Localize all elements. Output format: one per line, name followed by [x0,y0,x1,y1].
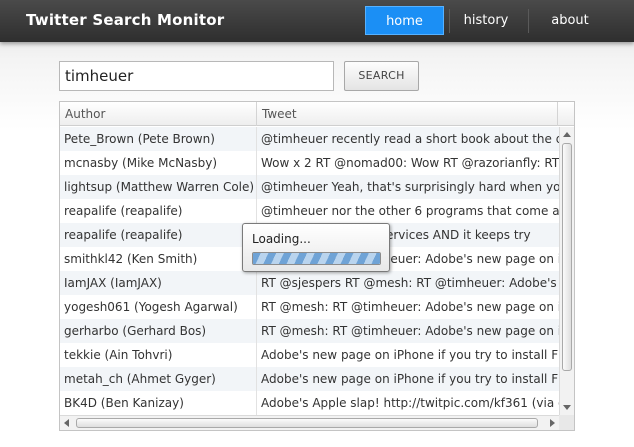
nav-divider [449,9,450,33]
author-cell: metah_ch (Ahmet Gyger) [60,367,257,391]
nav-about[interactable]: about [541,6,599,35]
table-row[interactable]: metah_ch (Ahmet Gyger) Adobe's new page … [60,367,559,391]
tweet-cell: @timheuer nor the other 6 programs that … [261,204,559,218]
tweet-cell: Wow x 2 RT @nomad00: Wow RT @razorianfly… [261,156,559,170]
author-cell: lightsup (Matthew Warren Cole) [60,175,257,199]
tweet-cell: RT @mesh: RT @timheuer: Adobe's new page… [261,324,559,338]
loading-progress-fill [253,253,380,264]
scroll-down-arrow-icon[interactable] [563,405,571,410]
tweet-cell: RT @mesh: RT @timheuer: Adobe's new page… [261,300,559,314]
table-row[interactable]: mcnasby (Mike McNasby) Wow x 2 RT @nomad… [60,151,559,175]
horizontal-scroll-thumb[interactable] [76,418,538,428]
author-cell: BK4D (Ben Kanizay) [60,391,257,415]
author-cell: tekkie (Ain Tohvri) [60,343,257,367]
author-cell: reapalife (reapalife) [60,223,257,247]
table-row[interactable]: Pete_Brown (Pete Brown) @timheuer recent… [60,127,559,151]
author-cell: IamJAX (IamJAX) [60,271,257,295]
table-row[interactable]: reapalife (reapalife) @timheuer nor the … [60,199,559,223]
author-cell: mcnasby (Mike McNasby) [60,151,257,175]
column-header-tweet[interactable]: Tweet [257,102,557,126]
column-header-author[interactable]: Author [60,102,257,126]
horizontal-scrollbar[interactable] [60,415,559,430]
tweet-cell: Adobe's new page on iPhone if you try to… [261,348,559,362]
app-title: Twitter Search Monitor [26,11,225,29]
tweet-cell: @timheuer recently read a short book abo… [261,132,559,146]
author-cell: Pete_Brown (Pete Brown) [60,127,257,151]
author-cell: gerharbo (Gerhard Bos) [60,319,257,343]
table-row[interactable]: yogesh061 (Yogesh Agarwal) RT @mesh: RT … [60,295,559,319]
column-header-filler [557,102,574,126]
table-row[interactable]: gerharbo (Gerhard Bos) RT @mesh: RT @tim… [60,319,559,343]
table-row[interactable]: BK4D (Ben Kanizay) Adobe's Apple slap! h… [60,391,559,415]
vertical-scroll-thumb[interactable] [562,143,572,371]
scrollbar-corner [559,415,574,430]
loading-progress-bar [252,252,381,265]
tweet-cell: RT @sjespers RT @mesh: RT @timheuer: Ado… [261,276,559,290]
top-bar: Twitter Search Monitor home history abou… [0,0,634,42]
table-row[interactable]: IamJAX (IamJAX) RT @sjespers RT @mesh: R… [60,271,559,295]
search-input[interactable]: timheuer [59,61,334,91]
nav-divider [528,9,529,33]
nav-history[interactable]: history [455,6,517,35]
tweet-cell: Adobe's new page on iPhone if you try to… [261,372,559,386]
author-cell: yogesh061 (Yogesh Agarwal) [60,295,257,319]
nav-home[interactable]: home [365,6,444,35]
search-button[interactable]: SEARCH [344,61,419,91]
scroll-right-arrow-icon[interactable] [550,419,555,427]
scroll-left-arrow-icon[interactable] [64,419,69,427]
scroll-up-arrow-icon[interactable] [563,132,571,137]
grid-header: Author Tweet [60,102,574,126]
table-row[interactable]: lightsup (Matthew Warren Cole) @timheuer… [60,175,559,199]
tweet-cell: Adobe's Apple slap! http://twitpic.com/k… [261,396,559,410]
loading-dialog: Loading... [242,223,390,272]
vertical-scrollbar[interactable] [559,127,574,415]
author-cell: reapalife (reapalife) [60,199,257,223]
author-cell: smithkl42 (Ken Smith) [60,247,257,271]
tweet-cell: @timheuer Yeah, that's surprisingly hard… [261,180,559,194]
table-row[interactable]: tekkie (Ain Tohvri) Adobe's new page on … [60,343,559,367]
loading-label: Loading... [252,232,311,246]
